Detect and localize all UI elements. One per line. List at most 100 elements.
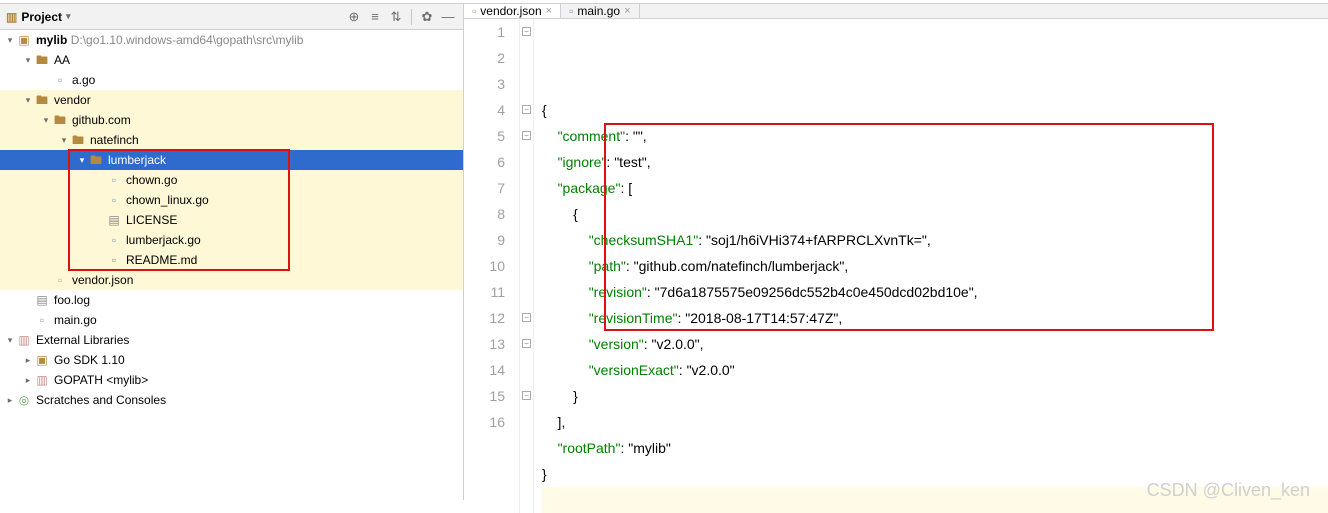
code-line: "path": "github.com/natefinch/lumberjack… [542,253,1328,279]
fold-marker[interactable]: − [522,391,531,400]
folder-icon: 🖿 [34,52,50,68]
fold-marker[interactable]: − [522,27,531,36]
editor-tab[interactable]: ▫vendor.json× [464,4,561,18]
line-number: 12 [464,305,505,331]
expand-icon[interactable]: ⇅ [387,8,405,26]
tab-label: main.go [577,4,620,18]
tree-item[interactable]: ▤LICENSE [0,210,463,230]
fold-marker[interactable]: − [522,313,531,322]
tree-item[interactable]: ▫vendor.json [0,270,463,290]
code-line: { [542,97,1328,123]
tree-item[interactable]: ▾🖿vendor [0,90,463,110]
tree-item[interactable]: ▾🖿github.com [0,110,463,130]
line-number: 9 [464,227,505,253]
code-line: "package": [ [542,175,1328,201]
code-line: "comment": "", [542,123,1328,149]
code-line: "checksumSHA1": "soj1/h6iVHi374+fARPRCLX… [542,227,1328,253]
json-file-icon: ▫ [52,272,68,288]
gopath-icon: ▥ [34,372,50,388]
tree-item[interactable]: ▫main.go [0,310,463,330]
close-icon[interactable]: × [624,5,630,17]
hide-icon[interactable]: — [439,8,457,26]
go-file-icon: ▫ [52,72,68,88]
sdk-icon: ▣ [34,352,50,368]
tree-item-label: README.md [126,250,197,270]
tree-item-label: foo.log [54,290,90,310]
editor-area: ▫vendor.json×▫main.go× 12345678910111213… [464,4,1328,500]
line-gutter: 12345678910111213141516 [464,19,520,513]
folder-icon: 🖿 [52,112,68,128]
tree-item-label: a.go [72,70,95,90]
code-content[interactable]: { "comment": "", "ignore": "test", "pack… [534,19,1328,513]
file-icon: ▤ [34,292,50,308]
tree-item-label: natefinch [90,130,139,150]
tree-item[interactable]: ▫chown_linux.go [0,190,463,210]
tree-item[interactable]: ▾🖿lumberjack [0,150,463,170]
line-number: 8 [464,201,505,227]
tree-item-label: lumberjack [108,150,166,170]
fold-marker[interactable]: − [522,339,531,348]
tree-item[interactable]: ▫README.md [0,250,463,270]
project-panel-header: ▥ Project ▾ ⊕ ≡ ⇅ ✿ — [0,4,463,30]
watermark: CSDN @Cliven_ken [1147,477,1310,503]
line-number: 11 [464,279,505,305]
line-number: 14 [464,357,505,383]
code-line: "ignore": "test", [542,149,1328,175]
tree-item-label: vendor.json [72,270,133,290]
line-number: 7 [464,175,505,201]
tree-item-label: chown_linux.go [126,190,209,210]
code-line: "revisionTime": "2018-08-17T14:57:47Z", [542,305,1328,331]
tree-item-label: github.com [72,110,131,130]
line-number: 16 [464,409,505,435]
code-line: "versionExact": "v2.0.0" [542,357,1328,383]
go-file-icon: ▫ [106,172,122,188]
project-panel: ▥ Project ▾ ⊕ ≡ ⇅ ✿ — ▾▣mylib D:\go1.10.… [0,4,464,500]
fold-marker[interactable]: − [522,131,531,140]
tree-item-label: main.go [54,310,97,330]
tree-item[interactable]: ▤foo.log [0,290,463,310]
tab-label: vendor.json [480,4,541,18]
tree-root[interactable]: ▾▣mylib D:\go1.10.windows-amd64\gopath\s… [0,30,463,50]
tree-item[interactable]: ▾🖿natefinch [0,130,463,150]
line-number: 4 [464,97,505,123]
folder-icon: 🖿 [70,132,86,148]
scratches[interactable]: ▸◎Scratches and Consoles [0,390,463,410]
external-libraries[interactable]: ▾▥External Libraries [0,330,463,350]
tree-item[interactable]: ▾🖿AA [0,50,463,70]
folder-icon: 🖿 [88,152,104,168]
tree-item-label: lumberjack.go [126,230,201,250]
line-number: 6 [464,149,505,175]
folder-icon: 🖿 [34,92,50,108]
line-number: 2 [464,45,505,71]
tree-item-label: LICENSE [126,210,177,230]
libraries-icon: ▥ [16,332,32,348]
go-file-icon: ▫ [106,192,122,208]
code-line: "revision": "7d6a1875575e09256dc552b4c0e… [542,279,1328,305]
close-icon[interactable]: × [546,5,552,17]
editor-tabs: ▫vendor.json×▫main.go× [464,4,1328,19]
target-icon[interactable]: ⊕ [345,8,363,26]
settings-icon[interactable]: ✿ [418,8,436,26]
project-title: Project [21,10,62,24]
line-number: 10 [464,253,505,279]
tree-item-label: chown.go [126,170,177,190]
project-tree[interactable]: ▾▣mylib D:\go1.10.windows-amd64\gopath\s… [0,30,463,410]
tree-item[interactable]: ▸▣Go SDK 1.10 [0,350,463,370]
tree-item[interactable]: ▫lumberjack.go [0,230,463,250]
editor-tab[interactable]: ▫main.go× [561,4,639,18]
module-icon: ▣ [16,32,32,48]
line-number: 13 [464,331,505,357]
tree-item[interactable]: ▸▥GOPATH <mylib> [0,370,463,390]
toolbar-divider [411,9,412,25]
fold-column[interactable]: − − − − − − [520,19,534,513]
line-number: 5 [464,123,505,149]
code-editor[interactable]: 12345678910111213141516 −−−−−− { "commen… [464,19,1328,513]
tree-item[interactable]: ▫chown.go [0,170,463,190]
tree-item-label: vendor [54,90,91,110]
dropdown-icon[interactable]: ▾ [66,11,71,22]
collapse-icon[interactable]: ≡ [366,8,384,26]
code-line: "version": "v2.0.0", [542,331,1328,357]
fold-marker[interactable]: − [522,105,531,114]
line-number: 1 [464,19,505,45]
tree-item[interactable]: ▫a.go [0,70,463,90]
